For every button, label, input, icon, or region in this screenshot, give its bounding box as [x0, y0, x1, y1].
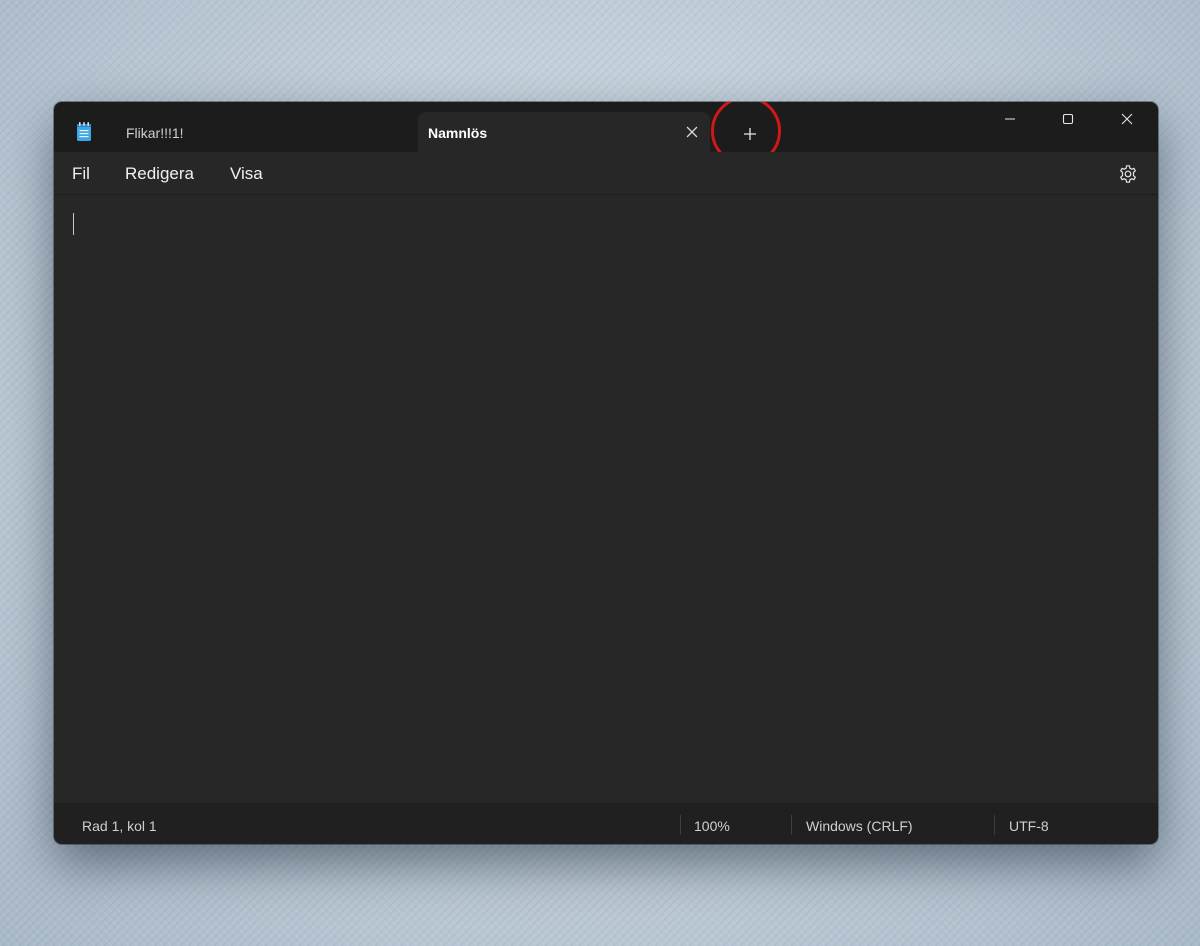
- title-bar[interactable]: Flikar!!!1! Namnlös: [54, 102, 1158, 166]
- tab-label: Flikar!!!1!: [126, 125, 184, 141]
- text-caret: [73, 213, 74, 235]
- maximize-icon: [1062, 113, 1074, 125]
- status-separator: [680, 815, 681, 835]
- menu-redigera[interactable]: Redigera: [125, 164, 194, 184]
- tab-flikar[interactable]: Flikar!!!1!: [110, 112, 450, 152]
- tab-namnlos[interactable]: Namnlös: [418, 112, 710, 152]
- tab-label: Namnlös: [428, 125, 488, 141]
- encoding[interactable]: UTF-8: [1009, 818, 1049, 834]
- status-separator: [791, 815, 792, 835]
- minimize-button[interactable]: [981, 102, 1039, 136]
- text-editor-area[interactable]: [54, 195, 1158, 803]
- cursor-position: Rad 1, kol 1: [82, 818, 157, 834]
- menu-fil[interactable]: Fil: [72, 164, 90, 184]
- close-icon: [1121, 113, 1133, 125]
- status-separator: [994, 815, 995, 835]
- gear-icon: [1119, 165, 1137, 183]
- new-tab-button[interactable]: [730, 118, 770, 150]
- menu-visa[interactable]: Visa: [230, 164, 263, 184]
- maximize-button[interactable]: [1039, 102, 1097, 136]
- minimize-icon: [1005, 118, 1015, 120]
- settings-button[interactable]: [1116, 162, 1140, 186]
- close-window-button[interactable]: [1098, 102, 1156, 136]
- line-ending[interactable]: Windows (CRLF): [806, 818, 913, 834]
- notepad-window: Flikar!!!1! Namnlös Fil Redigera Visa Ra…: [54, 102, 1158, 844]
- status-bar: Rad 1, kol 1 100% Windows (CRLF) UTF-8: [54, 803, 1158, 844]
- zoom-level[interactable]: 100%: [694, 818, 730, 834]
- close-icon: [686, 126, 698, 138]
- notepad-icon: [77, 122, 91, 141]
- close-tab-button[interactable]: [682, 122, 702, 142]
- menu-bar: Fil Redigera Visa: [54, 152, 1158, 194]
- plus-icon: [744, 128, 756, 140]
